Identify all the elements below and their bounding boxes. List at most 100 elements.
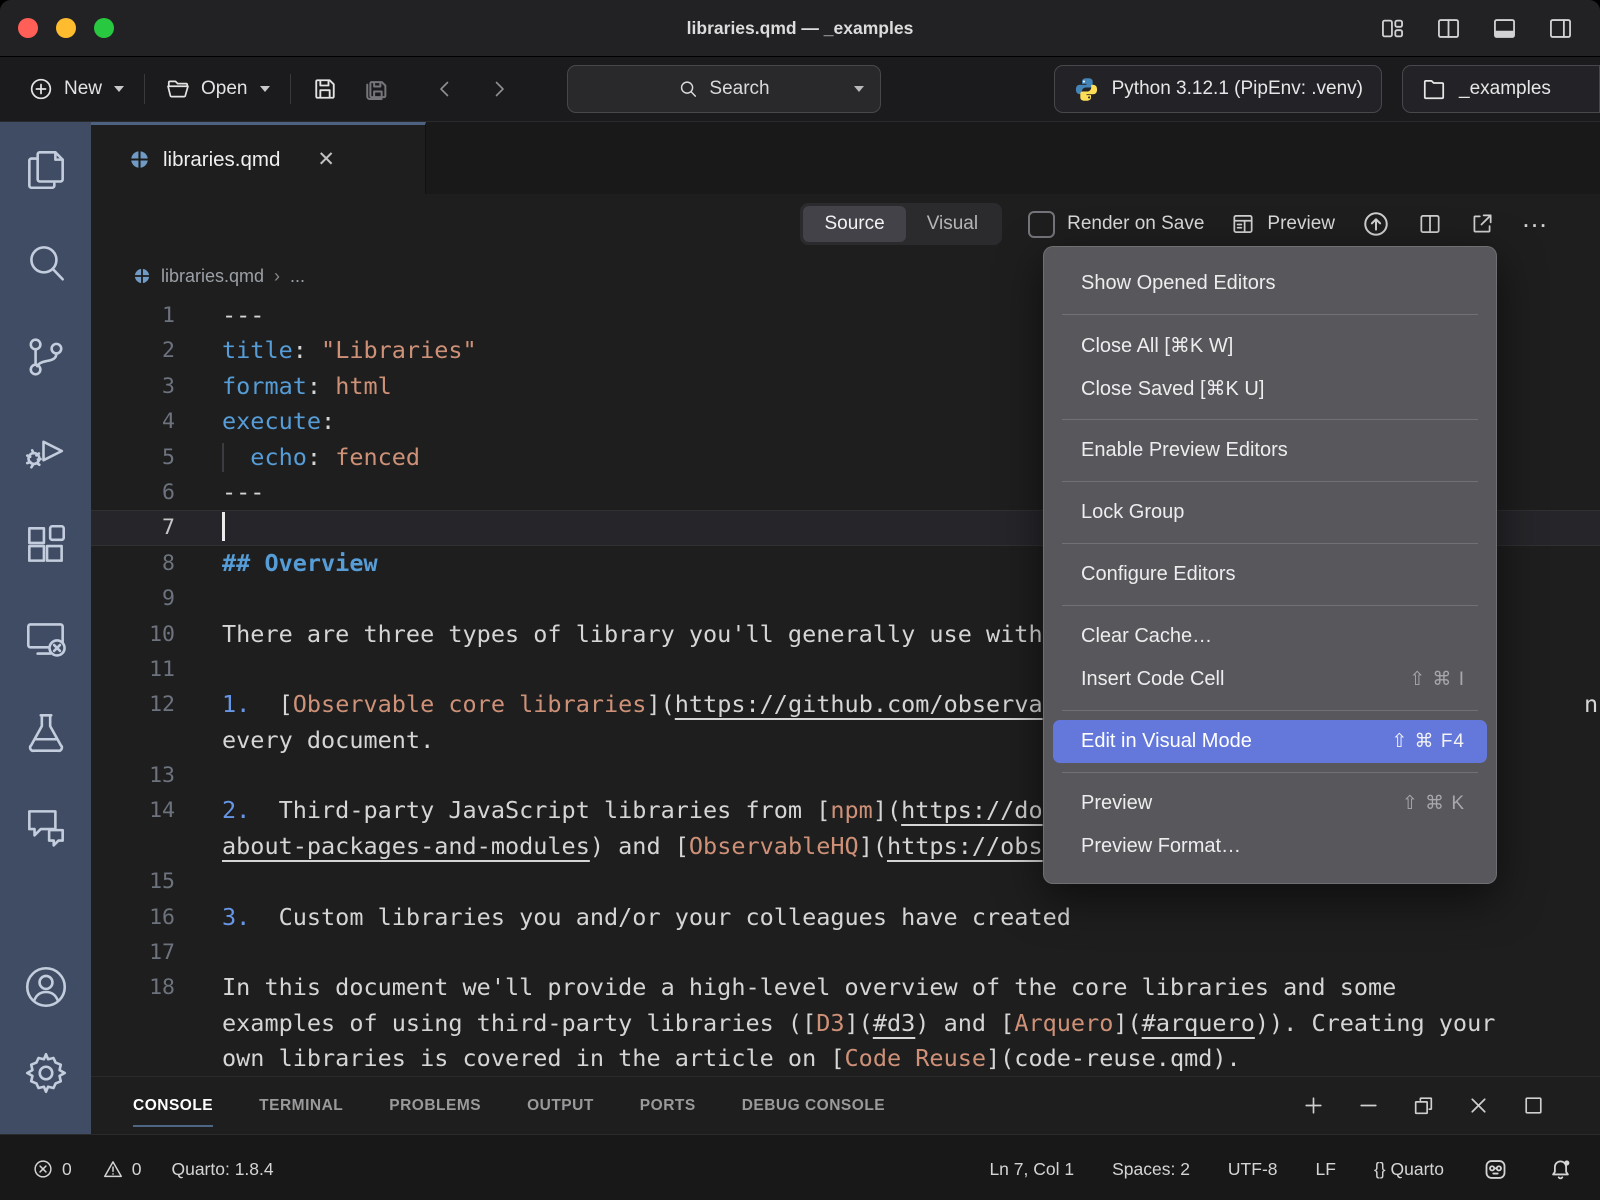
folder-icon — [1421, 76, 1447, 102]
split-editor-layout-icon[interactable] — [1435, 15, 1462, 42]
menu-item-close-saved-k-u[interactable]: Close Saved [⌘K U] — [1053, 367, 1487, 410]
status-quarto-version[interactable]: Quarto: 1.8.4 — [171, 1159, 273, 1180]
menu-item-label: Close Saved [⌘K U] — [1081, 376, 1465, 401]
open-in-new-window-icon[interactable] — [1469, 211, 1495, 237]
code-text: --- — [175, 475, 264, 510]
close-window-button[interactable] — [18, 18, 38, 38]
panel-tab-console[interactable]: CONSOLE — [133, 1077, 213, 1134]
menu-item-show-opened-editors[interactable]: Show Opened Editors — [1053, 262, 1487, 305]
save-all-button[interactable] — [353, 68, 399, 110]
status-encoding-label: UTF-8 — [1228, 1159, 1278, 1180]
bell-dot-icon — [1547, 1156, 1574, 1183]
menu-item-preview-format[interactable]: Preview Format… — [1053, 825, 1487, 868]
panel-maximize-button[interactable] — [1521, 1093, 1546, 1118]
panel-tab-debug-console[interactable]: DEBUG CONSOLE — [742, 1077, 885, 1134]
status-cursor-position[interactable]: Ln 7, Col 1 — [989, 1159, 1074, 1180]
files-icon — [21, 144, 71, 194]
tab-libraries-qmd[interactable]: libraries.qmd ✕ — [91, 122, 426, 194]
code-text — [175, 510, 225, 545]
menu-item-close-all-k-w[interactable]: Close All [⌘K W] — [1053, 324, 1487, 367]
panel-minimize-button[interactable] — [1356, 1093, 1381, 1118]
toggle-source[interactable]: Source — [803, 206, 905, 242]
preview-button[interactable]: Preview — [1230, 211, 1335, 237]
sidebar-item-account[interactable] — [21, 962, 71, 1012]
status-notifications[interactable] — [1547, 1156, 1574, 1183]
menu-item-label: Configure Editors — [1081, 563, 1465, 586]
search-input[interactable]: Search — [567, 65, 881, 113]
code-line[interactable]: own libraries is covered in the article … — [91, 1041, 1600, 1076]
traffic-lights — [0, 18, 114, 38]
code-line[interactable]: examples of using third-party libraries … — [91, 1006, 1600, 1041]
panel-restore-button[interactable] — [1411, 1093, 1436, 1118]
status-feedback[interactable] — [1482, 1156, 1509, 1183]
split-editor-icon[interactable] — [1417, 211, 1443, 237]
menu-item-edit-in-visual-mode[interactable]: Edit in Visual Mode⇧ ⌘ F4 — [1053, 720, 1487, 763]
status-eol[interactable]: LF — [1316, 1159, 1336, 1180]
sidebar-item-explorer[interactable] — [21, 144, 71, 194]
status-encoding[interactable]: UTF-8 — [1228, 1159, 1278, 1180]
sidebar-item-source-control[interactable] — [21, 332, 71, 382]
breadcrumb-more[interactable]: ... — [290, 266, 305, 287]
render-on-save-checkbox[interactable] — [1028, 211, 1055, 238]
new-button[interactable]: New — [20, 70, 132, 108]
panel-tab-output[interactable]: OUTPUT — [527, 1077, 594, 1134]
panel-close-button[interactable] — [1466, 1093, 1491, 1118]
window-title: libraries.qmd — _examples — [0, 18, 1600, 39]
navigate-forward-button[interactable] — [479, 71, 519, 107]
panel-tab-terminal[interactable]: TERMINAL — [259, 1077, 343, 1134]
beaker-icon — [21, 708, 71, 758]
search-icon — [21, 238, 71, 288]
workspace-button[interactable]: _examples — [1402, 65, 1600, 113]
status-errors[interactable]: 0 — [32, 1158, 72, 1180]
menu-item-enable-preview-editors[interactable]: Enable Preview Editors — [1053, 429, 1487, 472]
sidebar-item-remote-explorer[interactable] — [21, 614, 71, 664]
menu-item-configure-editors[interactable]: Configure Editors — [1053, 553, 1487, 596]
menu-item-insert-code-cell[interactable]: Insert Code Cell⇧ ⌘ I — [1053, 658, 1487, 701]
breadcrumb-file[interactable]: libraries.qmd — [161, 266, 264, 287]
minimize-window-button[interactable] — [56, 18, 76, 38]
menu-item-shortcut: ⇧ ⌘ K — [1402, 792, 1465, 815]
code-line[interactable]: 18In this document we'll provide a high-… — [91, 970, 1600, 1005]
status-warnings[interactable]: 0 — [102, 1158, 142, 1180]
menu-item-label: Edit in Visual Mode — [1081, 730, 1391, 753]
open-button[interactable]: Open — [157, 70, 277, 108]
menu-item-clear-cache[interactable]: Clear Cache… — [1053, 615, 1487, 658]
close-icon[interactable]: ✕ — [317, 149, 335, 170]
code-line[interactable]: 17 — [91, 935, 1600, 970]
toggle-visual[interactable]: Visual — [906, 206, 999, 242]
menu-item-label: Lock Group — [1081, 501, 1465, 524]
panel-tab-problems[interactable]: PROBLEMS — [389, 1077, 481, 1134]
top-toolbar: New Open Search Python 3.12.1 (P — [0, 57, 1600, 122]
sidebar-item-extensions[interactable] — [21, 520, 71, 570]
menu-item-label: Preview Format… — [1081, 835, 1465, 858]
editor-context-menu: Show Opened Editors Close All [⌘K W] Close… — [1043, 246, 1497, 884]
sidebar-item-run-debug[interactable] — [21, 426, 71, 476]
navigate-back-button[interactable] — [425, 71, 465, 107]
sidebar-item-testing[interactable] — [21, 708, 71, 758]
interpreter-selector-button[interactable]: Python 3.12.1 (PipEnv: .venv) — [1054, 65, 1382, 113]
toggle-secondary-sidebar-icon[interactable] — [1547, 15, 1574, 42]
zoom-window-button[interactable] — [94, 18, 114, 38]
more-actions-button[interactable]: … — [1521, 218, 1550, 230]
save-button[interactable] — [303, 69, 347, 109]
menu-item-preview[interactable]: Preview⇧ ⌘ K — [1053, 782, 1487, 825]
sidebar-item-settings[interactable] — [21, 1048, 71, 1098]
menu-divider — [1062, 419, 1478, 420]
line-number: 13 — [91, 758, 175, 793]
customize-layout-icon[interactable] — [1379, 15, 1406, 42]
line-number: 9 — [91, 581, 175, 616]
status-indentation[interactable]: Spaces: 2 — [1112, 1159, 1190, 1180]
status-bar: 0 0 Quarto: 1.8.4 Ln 7, Col 1 Spaces: 2 UTF-… — [0, 1134, 1600, 1200]
render-icon[interactable] — [1361, 209, 1391, 239]
menu-item-lock-group[interactable]: Lock Group — [1053, 491, 1487, 534]
code-line[interactable]: 163. Custom libraries you and/or your co… — [91, 900, 1600, 935]
panel-tab-ports[interactable]: PORTS — [640, 1077, 696, 1134]
editor-tab-bar: libraries.qmd ✕ — [91, 122, 1600, 194]
toggle-panel-icon[interactable] — [1491, 15, 1518, 42]
sidebar-item-search[interactable] — [21, 238, 71, 288]
panel-add-button[interactable] — [1301, 1093, 1326, 1118]
feedback-icon — [1482, 1156, 1509, 1183]
sidebar-item-chat[interactable] — [21, 802, 71, 852]
line-number: 8 — [91, 546, 175, 581]
status-language-mode[interactable]: {} Quarto — [1374, 1159, 1444, 1180]
